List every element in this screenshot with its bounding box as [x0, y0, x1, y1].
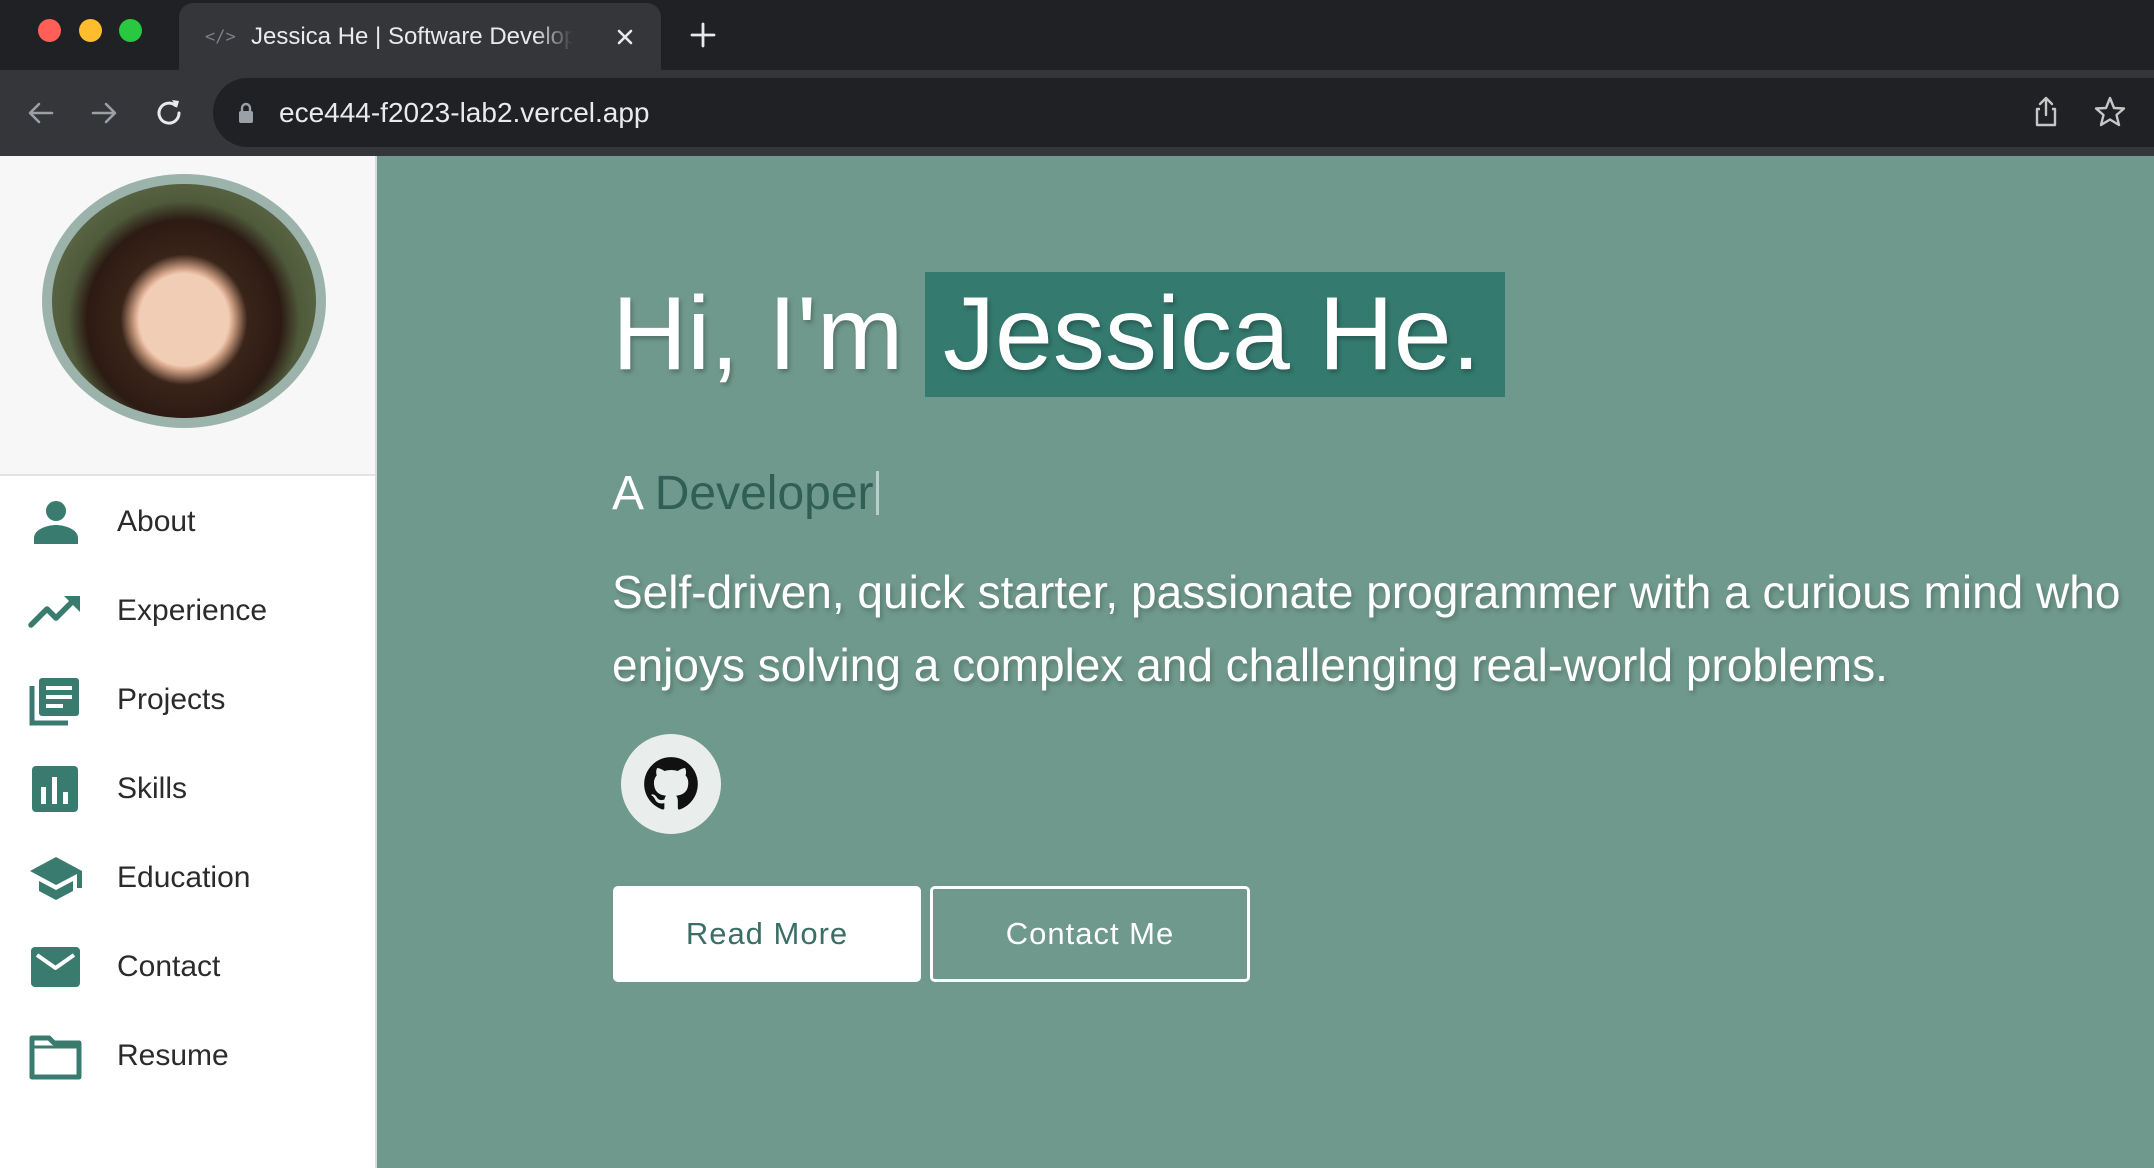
share-icon[interactable] — [2029, 95, 2063, 129]
browser-toolbar: ece444-f2023-lab2.vercel.app — [0, 70, 2154, 156]
address-bar[interactable]: ece444-f2023-lab2.vercel.app — [213, 78, 2154, 147]
role-typewriter: A Developer — [612, 464, 879, 524]
sidebar: About Experience Projects Skills Educati… — [0, 156, 377, 1168]
typing-cursor — [875, 471, 879, 515]
lock-icon — [239, 102, 253, 123]
name-heading: Jessica He. — [943, 276, 1481, 392]
code-icon: </> — [205, 27, 236, 47]
url-text[interactable]: ece444-f2023-lab2.vercel.app — [279, 94, 649, 132]
sidebar-item-label: Contact — [117, 950, 221, 983]
role-word: Developer — [654, 467, 874, 520]
sidebar-item-experience[interactable]: Experience — [0, 567, 375, 656]
close-window-button[interactable] — [38, 19, 61, 42]
back-arrow-icon[interactable] — [24, 96, 58, 130]
github-link[interactable] — [621, 734, 721, 834]
contact-me-button[interactable]: Contact Me — [930, 886, 1250, 982]
sidebar-item-contact[interactable]: Contact — [0, 923, 375, 1012]
sidebar-item-education[interactable]: Education — [0, 834, 375, 923]
sidebar-item-skills[interactable]: Skills — [0, 745, 375, 834]
hero-section: Hi, I'm Jessica He. A Developer Self-dri… — [377, 156, 2154, 1168]
browser-tab[interactable]: </> Jessica He | Software Develop — [179, 3, 661, 70]
tab-title: Jessica He | Software Develop — [251, 23, 573, 50]
sidebar-item-label: Projects — [117, 683, 226, 716]
sidebar-item-resume[interactable]: Resume — [0, 1012, 375, 1101]
sidebar-item-label: Skills — [117, 772, 188, 805]
sidebar-item-label: Resume — [117, 1039, 229, 1072]
reload-icon[interactable] — [152, 96, 186, 130]
trending-up-icon — [28, 596, 80, 628]
avatar-area — [0, 156, 375, 476]
role-prefix: A — [612, 467, 642, 520]
sidebar-item-label: Experience — [117, 594, 268, 627]
mail-icon — [31, 947, 80, 987]
read-more-button[interactable]: Read More — [613, 886, 921, 982]
browser-titlebar: </> Jessica He | Software Develop — [0, 0, 2154, 70]
new-tab-icon[interactable] — [688, 20, 718, 50]
close-tab-icon[interactable] — [611, 23, 639, 51]
sidebar-item-projects[interactable]: Projects — [0, 656, 375, 745]
github-icon — [644, 757, 698, 810]
profile-photo — [42, 174, 326, 428]
sidebar-item-label: About — [117, 505, 196, 538]
forward-arrow-icon[interactable] — [87, 96, 121, 130]
maximize-window-button[interactable] — [119, 19, 142, 42]
person-icon — [34, 501, 78, 544]
page-content: About Experience Projects Skills Educati… — [0, 156, 2154, 1168]
sidebar-item-label: Education — [117, 861, 251, 894]
graduation-cap-icon — [30, 857, 82, 900]
bio-text: Self-driven, quick starter, passionate p… — [612, 566, 2121, 691]
greeting-text: Hi, I'm — [612, 276, 904, 392]
article-icon — [29, 678, 79, 726]
sidebar-item-about[interactable]: About — [0, 478, 375, 567]
bar-chart-icon — [32, 766, 78, 812]
folder-icon — [29, 1035, 82, 1080]
minimize-window-button[interactable] — [79, 19, 102, 42]
bookmark-star-icon[interactable] — [2092, 94, 2128, 130]
